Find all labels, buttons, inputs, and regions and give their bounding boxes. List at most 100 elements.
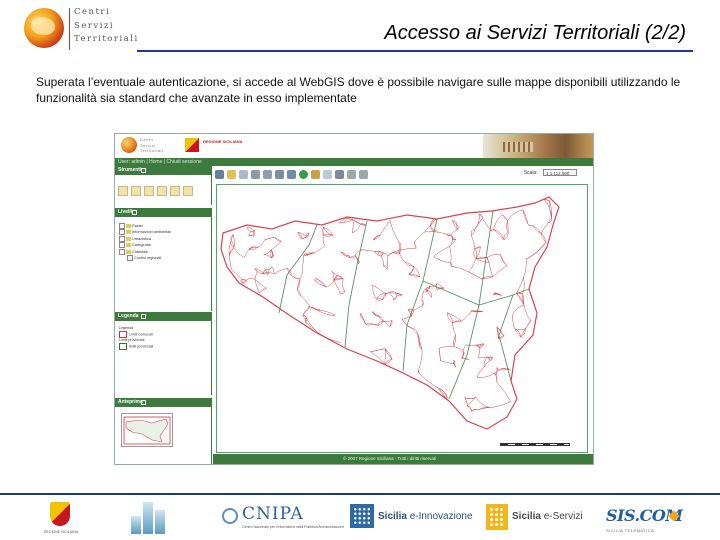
- logo-wordmark: Centri Servizi Territoriali: [74, 6, 139, 47]
- folder-icon: [126, 243, 131, 248]
- legend-item: Limiti comunali: [119, 331, 153, 338]
- pan-icon[interactable]: [215, 170, 224, 179]
- checkbox-icon[interactable]: [119, 223, 125, 229]
- layer-label: Informazioni ambientali: [132, 230, 172, 235]
- logo-line: Territoriali: [74, 34, 139, 44]
- collapse-icon[interactable]: [132, 210, 137, 215]
- sicilia-innovazione-logo: Sicilia e-Innovazione: [350, 500, 473, 536]
- region-label: REGIONE SICILIANA: [203, 139, 243, 144]
- ruler-icon[interactable]: [287, 170, 296, 179]
- tower-shape: [131, 516, 141, 534]
- measure-icon[interactable]: [263, 170, 272, 179]
- webgis-left-panel: Strumenti Livelli Raster Informazioni am…: [115, 166, 212, 464]
- building-logo: [123, 500, 173, 536]
- legend-list: Legenda Limiti comunali Limiti provincia…: [119, 326, 153, 350]
- print-tool-icon[interactable]: [157, 186, 167, 196]
- partner-caption: Centro Nazionale per l'Informatica nella…: [242, 525, 345, 529]
- overview-panel-title: Anteprima: [118, 399, 143, 405]
- layer-label: Urbanistica: [132, 236, 151, 241]
- crest-icon: [50, 502, 70, 526]
- webgis-footer: © 2007 Regione Siciliana - Tutti i dirit…: [213, 454, 593, 464]
- boundary-symbol-icon: [119, 343, 127, 350]
- layer-item[interactable]: Informazioni ambientali: [119, 229, 172, 236]
- webgis-banner: Centri Servizi Territoriali REGIONE SICI…: [115, 134, 593, 158]
- dot-grid-icon: [350, 504, 374, 528]
- cnipa-emblem-icon: [222, 508, 238, 524]
- globe-logo-icon: [24, 8, 64, 48]
- legend-item-label: limiti provinciali: [129, 344, 154, 349]
- layer-label: Catastale: [132, 249, 149, 254]
- logo-line: Servizi: [74, 20, 115, 31]
- folder-icon: [126, 224, 131, 228]
- measure-tool-icon[interactable]: [144, 186, 154, 196]
- legend-item-label: Limiti comunali: [129, 332, 153, 337]
- partner-caption: REGIONE SICILIANA: [44, 530, 79, 534]
- logo-divider: [69, 8, 70, 50]
- partner-caption: SICILIA TELEMATICA: [606, 528, 655, 533]
- overview-panel-body: [115, 407, 212, 464]
- regione-siciliana-logo: REGIONE SICILIANA: [44, 500, 78, 536]
- tools-panel-header[interactable]: Strumenti: [115, 166, 212, 175]
- partner-wordmark-b: e-Innovazione: [409, 511, 473, 522]
- identify-icon[interactable]: [311, 170, 320, 179]
- tools-row: [118, 183, 196, 196]
- overview-sicily-shape: [123, 416, 171, 445]
- boundary-symbol-icon: [119, 331, 127, 338]
- refresh-icon[interactable]: [335, 170, 344, 179]
- legend-panel-header[interactable]: Legenda: [115, 312, 212, 321]
- overview-map[interactable]: [121, 413, 173, 447]
- zoom-out-icon[interactable]: [239, 170, 248, 179]
- slide-title: Accesso ai Servizi Territoriali (2/2): [384, 22, 686, 44]
- user-bar-text[interactable]: User: admin | Home | Chiudi sessione: [118, 158, 202, 166]
- collapse-icon[interactable]: [141, 400, 146, 405]
- map-canvas[interactable]: [216, 184, 588, 453]
- footer-divider: [0, 493, 720, 495]
- collapse-icon[interactable]: [141, 168, 146, 173]
- checkbox-icon[interactable]: [119, 235, 125, 242]
- checkbox-icon[interactable]: [119, 242, 125, 249]
- map-scale-bar: [500, 443, 570, 446]
- webgis-user-bar: User: admin | Home | Chiudi sessione: [115, 158, 593, 166]
- previous-extent-icon[interactable]: [347, 170, 356, 179]
- layers-panel-body: Raster Informazioni ambientali Urbanisti…: [115, 217, 212, 311]
- checkbox-icon[interactable]: [119, 248, 125, 255]
- folder-icon: [126, 236, 131, 241]
- overview-panel-header[interactable]: Anteprima: [115, 398, 212, 407]
- banner-logo-text: Centri Servizi Territoriali: [140, 137, 163, 154]
- select-tool-icon[interactable]: [118, 186, 128, 196]
- query-tool-icon[interactable]: [131, 186, 141, 196]
- layer-label: Cartografia: [132, 243, 151, 248]
- layer-item[interactable]: Confini regionali: [119, 255, 171, 262]
- legend-panel-title: Legenda: [118, 313, 139, 319]
- cst-logo: Centri Servizi Territoriali: [22, 4, 137, 50]
- checkbox-icon[interactable]: [127, 255, 133, 262]
- logo-line: Centri: [74, 7, 111, 17]
- checkbox-icon[interactable]: [119, 229, 125, 236]
- collapse-icon[interactable]: [141, 314, 146, 319]
- zoom-in-icon[interactable]: [227, 170, 236, 179]
- layer-tree: Raster Informazioni ambientali Urbanisti…: [119, 223, 172, 262]
- region-crest-icon: [185, 138, 199, 152]
- legend-panel-body: Legenda Limiti comunali Limiti provincia…: [115, 321, 212, 395]
- info-tool-icon[interactable]: [183, 186, 193, 196]
- cnipa-logo: CNIPA Centro Nazionale per l'Informatica…: [222, 500, 344, 536]
- draw-icon[interactable]: [275, 170, 284, 179]
- partner-wordmark-a: Sicilia: [512, 511, 541, 522]
- scale-select[interactable]: 1:1.112.500: [543, 169, 577, 176]
- zoom-box-icon[interactable]: [251, 170, 260, 179]
- partner-wordmark-a: Sicilia: [378, 511, 407, 522]
- tower-shape: [143, 502, 153, 534]
- document-icon[interactable]: [323, 170, 332, 179]
- next-extent-icon[interactable]: [359, 170, 368, 179]
- layer-label: Raster: [132, 224, 144, 228]
- banner-photo: [483, 134, 593, 158]
- legend-item: limiti provinciali: [119, 343, 153, 350]
- cnipa-wordmark: CNIPA: [242, 504, 304, 524]
- footer-text: © 2007 Regione Siciliana - Tutti i dirit…: [343, 456, 437, 461]
- export-tool-icon[interactable]: [170, 186, 180, 196]
- layers-panel-header[interactable]: Livelli: [115, 208, 212, 217]
- siscom-logo: SIS.COM SICILIA TELEMATICA: [606, 500, 683, 536]
- globe-icon[interactable]: [299, 170, 308, 179]
- partner-wordmark: Sicilia e-Servizi: [512, 511, 583, 522]
- partner-wordmark-b: e-Servizi: [543, 511, 583, 522]
